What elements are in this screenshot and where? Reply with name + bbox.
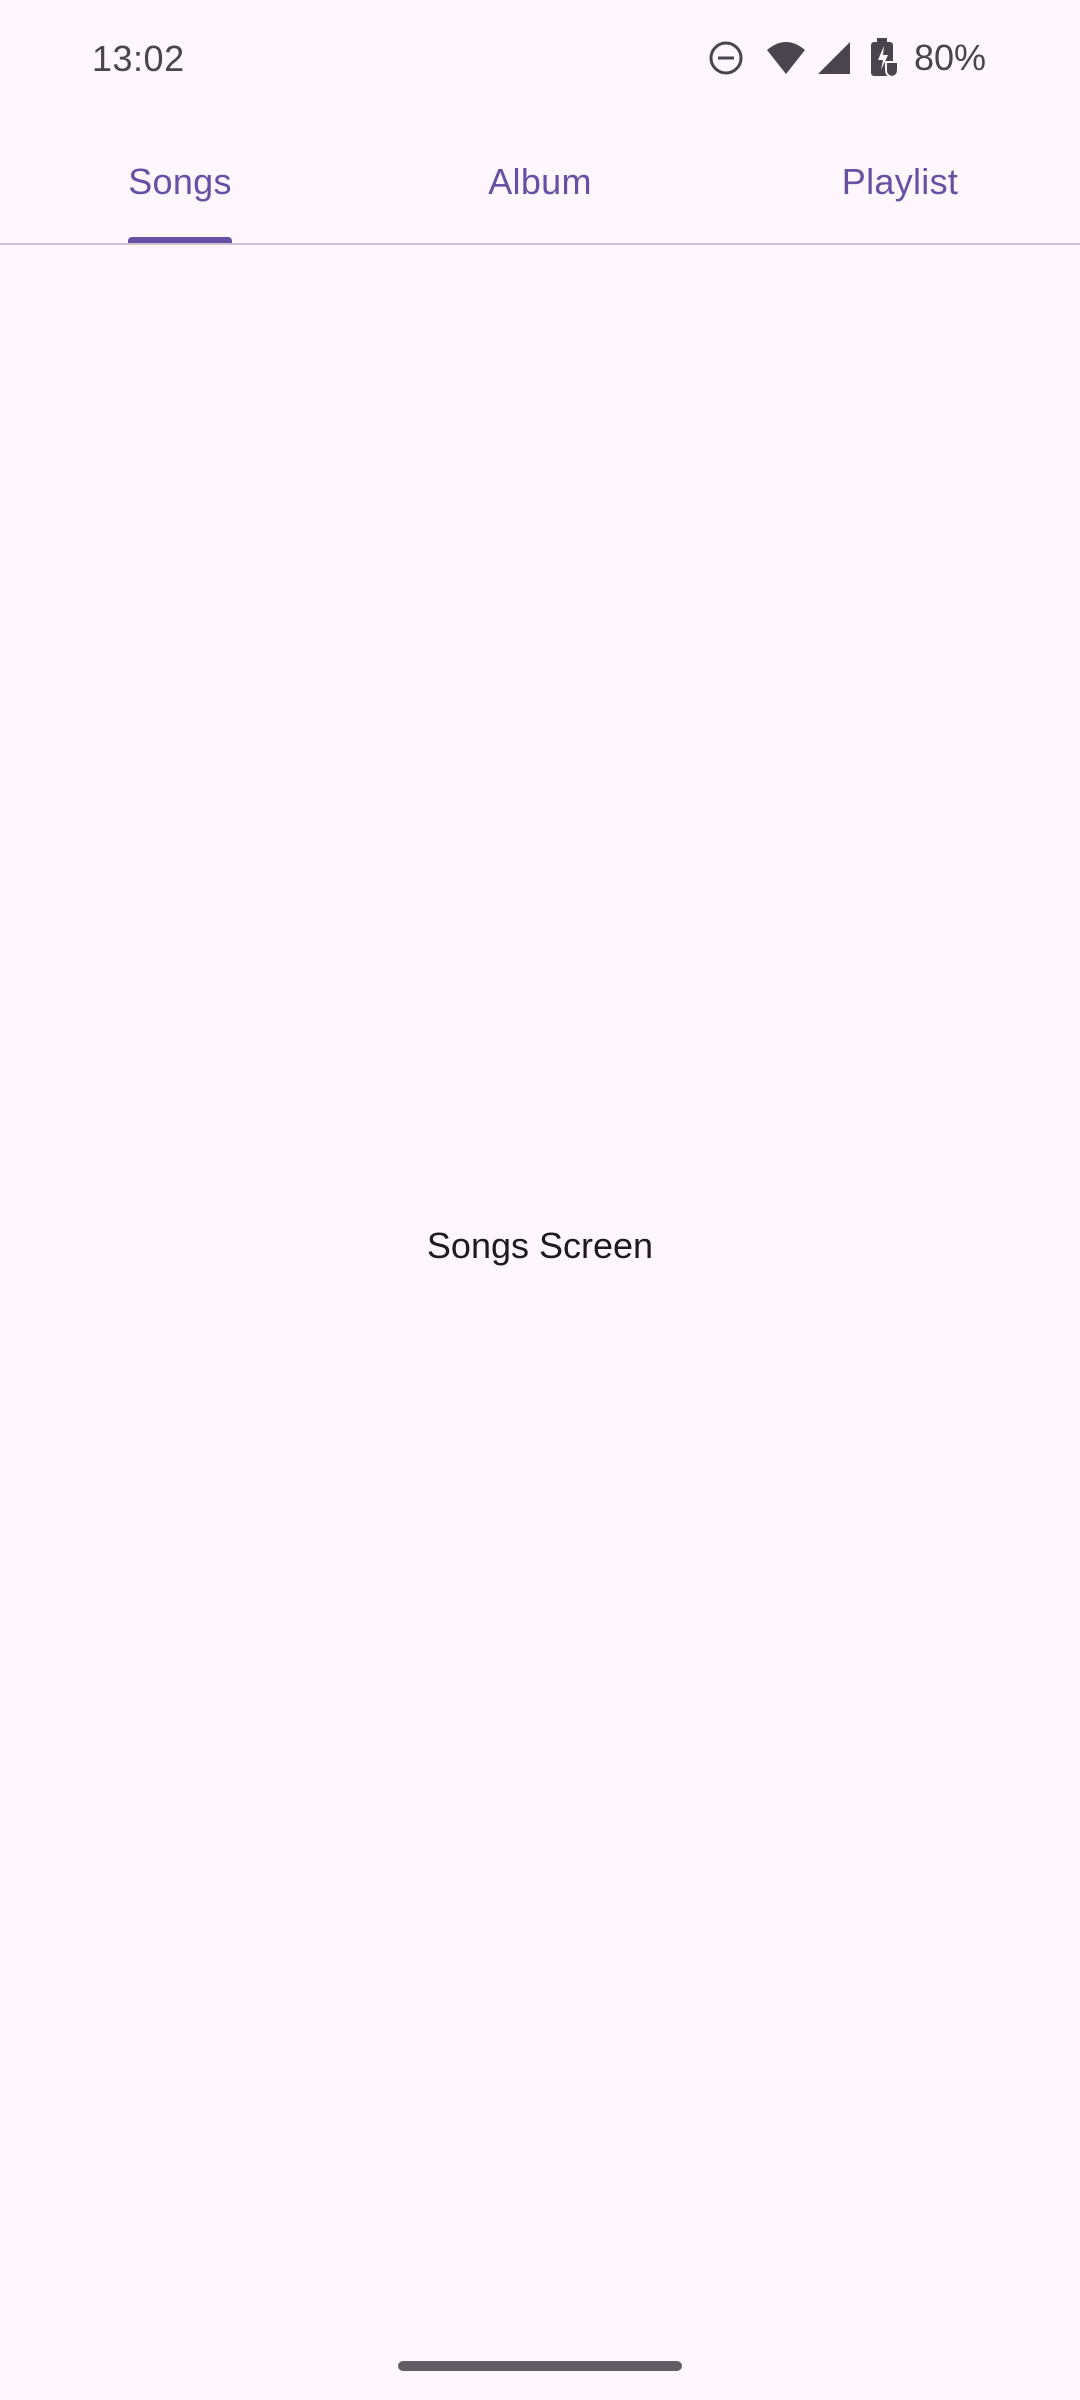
songs-screen: Songs Screen <box>0 246 1080 2400</box>
tab-playlist[interactable]: Playlist <box>720 120 1080 244</box>
battery-charging-icon <box>868 38 900 78</box>
status-icons: 80% <box>708 36 986 80</box>
do-not-disturb-icon <box>708 40 744 76</box>
tab-bar: Songs Album Playlist <box>0 120 1080 244</box>
cellular-signal-icon <box>816 40 852 76</box>
tab-songs[interactable]: Songs <box>0 120 360 244</box>
status-time: 13:02 <box>92 38 185 79</box>
battery-percentage: 80% <box>913 37 986 78</box>
screen-title-text: Songs Screen <box>426 1225 654 1266</box>
tab-songs-label: Songs <box>128 161 232 202</box>
tab-album[interactable]: Album <box>360 120 720 244</box>
tab-album-label: Album <box>488 161 592 202</box>
wifi-icon <box>766 40 806 76</box>
gesture-nav-handle[interactable] <box>398 2361 682 2371</box>
status-bar: 13:02 80% <box>0 0 1080 120</box>
tab-playlist-label: Playlist <box>841 161 959 202</box>
tab-divider <box>0 243 1080 245</box>
